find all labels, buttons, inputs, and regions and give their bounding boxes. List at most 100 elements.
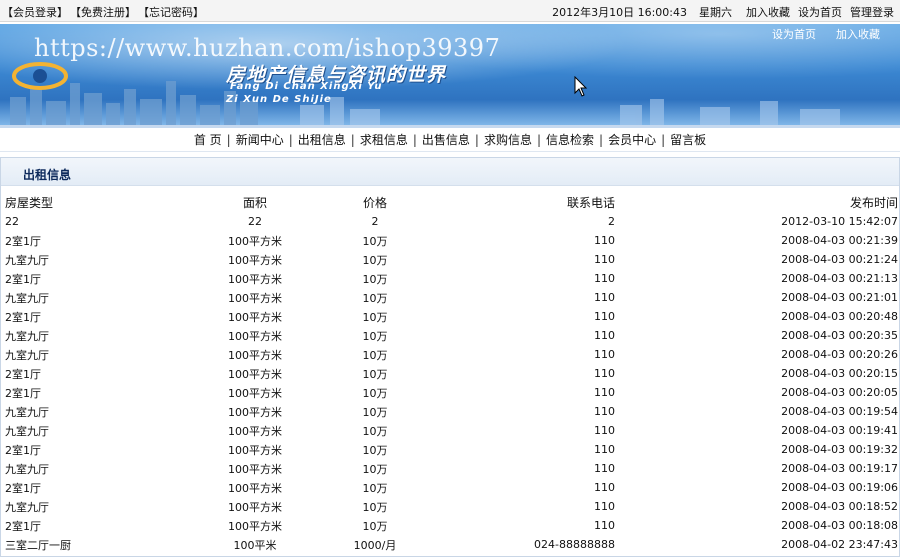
cell-house-type[interactable]: 2室1厅 (5, 383, 185, 402)
header-area: 面积 (242, 195, 267, 210)
cell-area: 100平方米 (228, 481, 282, 495)
current-datetime: 2012年3月10日 16:00:43 (552, 6, 687, 19)
cell-price: 10万 (362, 500, 388, 514)
watermark-text: https://www.huzhan.com/ishop39397 (34, 34, 501, 62)
cell-publish-time: 2008-04-03 00:20:48 (781, 310, 898, 323)
table-row[interactable]: 九室九厅 100平方米 10万 110 2008-04-03 00:21:24 (5, 250, 898, 269)
table-row[interactable]: 2室1厅 100平方米 10万 110 2008-04-03 00:19:32 (5, 440, 898, 459)
nav-member-center[interactable]: 会员中心 (603, 131, 661, 148)
rent-listing-table: 房屋类型 面积 价格 联系电话 发布时间 22 22 2 2 2012-03-10 15… (5, 192, 898, 554)
nav-info-search[interactable]: 信息检索 (541, 131, 599, 148)
header-phone: 联系电话 (566, 195, 615, 210)
cell-house-type[interactable]: 2室1厅 (5, 307, 185, 326)
cell-area: 100平方米 (228, 234, 282, 248)
cell-house-type[interactable]: 九室九厅 (5, 459, 185, 478)
top-right-area: 2012年3月10日 16:00:43 星期六 加入收藏 设为首页 管理登录 (546, 4, 894, 20)
table-row[interactable]: 九室九厅 100平方米 10万 110 2008-04-03 00:20:26 (5, 345, 898, 364)
cell-price: 10万 (362, 234, 388, 248)
cell-price: 10万 (362, 462, 388, 476)
table-row[interactable]: 九室九厅 100平方米 10万 110 2008-04-03 00:19:41 (5, 421, 898, 440)
table-row[interactable]: 2室1厅 100平方米 10万 110 2008-04-03 00:19:06 (5, 478, 898, 497)
table-row[interactable]: 九室九厅 100平方米 10万 110 2008-04-03 00:21:01 (5, 288, 898, 307)
cell-area: 100平方米 (228, 500, 282, 514)
banner-pinyin-line2: Zi Xun De ShiJie (226, 94, 332, 105)
nav-sale-info[interactable]: 出售信息 (417, 131, 475, 148)
cell-house-type[interactable]: 九室九厅 (5, 250, 185, 269)
nav-home[interactable]: 首 页 (189, 131, 227, 148)
cell-phone: 110 (594, 310, 615, 323)
cell-price: 10万 (362, 386, 388, 400)
nav-seek-rent[interactable]: 求租信息 (355, 131, 413, 148)
cell-publish-time: 2008-04-03 00:18:52 (781, 500, 898, 513)
cell-house-type[interactable]: 2室1厅 (5, 478, 185, 497)
cell-price: 10万 (362, 329, 388, 343)
cell-house-type[interactable]: 九室九厅 (5, 345, 185, 364)
cell-price: 10万 (362, 405, 388, 419)
cell-publish-time: 2008-04-03 00:20:15 (781, 367, 898, 380)
cell-phone: 110 (594, 348, 615, 361)
cell-house-type[interactable]: 2室1厅 (5, 364, 185, 383)
cell-area: 100平方米 (228, 462, 282, 476)
set-homepage-link[interactable]: 设为首页 (798, 4, 842, 20)
table-row[interactable]: 2室1厅 100平方米 10万 110 2008-04-03 00:20:15 (5, 364, 898, 383)
cell-area: 100平方米 (228, 405, 282, 419)
table-row[interactable]: 九室九厅 100平方米 10万 110 2008-04-03 00:19:17 (5, 459, 898, 478)
table-row[interactable]: 22 22 2 2 2012-03-10 15:42:07 (5, 212, 898, 231)
account-links: 【会员登录】 【免费注册】 【忘记密码】 (2, 4, 206, 20)
cell-house-type[interactable]: 九室九厅 (5, 288, 185, 307)
add-favorite-link[interactable]: 加入收藏 (746, 4, 790, 20)
cell-area: 100平方米 (228, 272, 282, 286)
cell-area: 100平方米 (228, 253, 282, 267)
table-row[interactable]: 九室九厅 100平方米 10万 110 2008-04-03 00:19:54 (5, 402, 898, 421)
banner-add-favorite-link[interactable]: 加入收藏 (836, 26, 880, 42)
cell-publish-time: 2008-04-03 00:19:41 (781, 424, 898, 437)
nav-rent-info[interactable]: 出租信息 (293, 131, 351, 148)
nav-seek-buy[interactable]: 求购信息 (479, 131, 537, 148)
cell-house-type[interactable]: 22 (5, 212, 185, 231)
cell-area: 100平方米 (228, 329, 282, 343)
admin-login-link[interactable]: 管理登录 (850, 4, 894, 20)
table-row[interactable]: 九室九厅 100平方米 10万 110 2008-04-03 00:18:52 (5, 497, 898, 516)
member-login-link[interactable]: 【会员登录】 (2, 4, 68, 20)
cell-phone: 110 (594, 424, 615, 437)
cell-phone: 110 (594, 329, 615, 342)
free-register-link[interactable]: 【免费注册】 (70, 4, 136, 20)
cell-house-type[interactable]: 三室二厅一厨 (5, 535, 185, 554)
banner-set-homepage-link[interactable]: 设为首页 (772, 26, 816, 42)
cell-publish-time: 2008-04-03 00:20:35 (781, 329, 898, 342)
cell-house-type[interactable]: 九室九厅 (5, 421, 185, 440)
cell-publish-time: 2008-04-03 00:19:06 (781, 481, 898, 494)
city-skyline-image (10, 81, 840, 125)
header-banner: https://www.huzhan.com/ishop39397 房地产信息与… (0, 24, 900, 125)
cell-house-type[interactable]: 九室九厅 (5, 497, 185, 516)
cell-area: 22 (248, 215, 262, 228)
rent-info-panel: 出租信息 房屋类型 面积 价格 联系电话 发布时间 22 22 2 2 2012-03-… (0, 157, 900, 557)
cell-phone: 110 (594, 443, 615, 456)
cell-area: 100平方米 (228, 386, 282, 400)
cell-house-type[interactable]: 九室九厅 (5, 326, 185, 345)
nav-guestbook[interactable]: 留言板 (665, 131, 711, 148)
cell-price: 1000/月 (353, 538, 397, 552)
header-house-type: 房屋类型 (5, 195, 54, 210)
cell-publish-time: 2008-04-03 00:20:05 (781, 386, 898, 399)
cell-house-type[interactable]: 2室1厅 (5, 231, 185, 250)
table-row[interactable]: 三室二厅一厨 100平米 1000/月 024-88888888 2008-04-02 … (5, 535, 898, 554)
table-row[interactable]: 2室1厅 100平方米 10万 110 2008-04-03 00:20:48 (5, 307, 898, 326)
cell-house-type[interactable]: 2室1厅 (5, 440, 185, 459)
table-row[interactable]: 2室1厅 100平方米 10万 110 2008-04-03 00:18:08 (5, 516, 898, 535)
cell-phone: 110 (594, 405, 615, 418)
table-row[interactable]: 2室1厅 100平方米 10万 110 2008-04-03 00:21:13 (5, 269, 898, 288)
header-price: 价格 (362, 195, 387, 210)
cell-house-type[interactable]: 2室1厅 (5, 269, 185, 288)
cell-area: 100平方米 (228, 310, 282, 324)
table-row[interactable]: 2室1厅 100平方米 10万 110 2008-04-03 00:21:39 (5, 231, 898, 250)
cell-house-type[interactable]: 九室九厅 (5, 402, 185, 421)
cell-publish-time: 2008-04-03 00:21:24 (781, 253, 898, 266)
table-row[interactable]: 九室九厅 100平方米 10万 110 2008-04-03 00:20:35 (5, 326, 898, 345)
table-header-row: 房屋类型 面积 价格 联系电话 发布时间 (5, 192, 898, 212)
nav-news-center[interactable]: 新闻中心 (231, 131, 289, 148)
cell-price: 10万 (362, 291, 388, 305)
forgot-password-link[interactable]: 【忘记密码】 (138, 4, 204, 20)
table-row[interactable]: 2室1厅 100平方米 10万 110 2008-04-03 00:20:05 (5, 383, 898, 402)
cell-house-type[interactable]: 2室1厅 (5, 516, 185, 535)
